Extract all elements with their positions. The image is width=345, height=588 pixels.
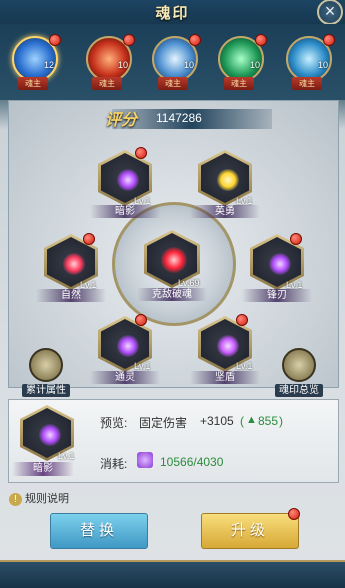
rules-label: 规则说明 xyxy=(25,493,69,505)
slot-name: 英勇 xyxy=(190,205,260,218)
red-crystal-icon xyxy=(161,247,187,273)
seal-overview-button[interactable]: 魂印总览 xyxy=(275,348,323,397)
slot-name: 自然 xyxy=(36,289,106,302)
hero-avatar-1[interactable]: 12 魂主 xyxy=(6,30,62,94)
preview-power: 855 xyxy=(258,414,279,428)
hero-tag: 魂主 xyxy=(224,77,254,90)
hero-avatar-2[interactable]: 10 魂主 xyxy=(80,30,136,94)
upgrade-button[interactable]: 升级 xyxy=(201,513,299,549)
cost-value: 10566/4030 xyxy=(160,455,224,469)
seal-overview-label: 魂印总览 xyxy=(275,384,323,397)
power-up-arrow-icon: ▲ xyxy=(246,414,257,426)
slot-name: 坚盾 xyxy=(190,371,260,384)
overview-icon xyxy=(282,348,316,382)
bottom-frame xyxy=(0,560,345,588)
red-dot-icon xyxy=(236,314,248,326)
selected-seal-level: Lv.1 xyxy=(58,451,75,461)
red-dot-icon xyxy=(255,34,267,46)
red-dot-icon xyxy=(323,34,335,46)
cumulative-attributes-label: 累计属性 xyxy=(22,384,70,397)
hero-tag: 魂主 xyxy=(158,77,188,90)
hero-avatar-4[interactable]: 10 魂主 xyxy=(212,30,268,94)
selected-seal-name: 暗影 xyxy=(12,462,74,476)
purple-gem-icon xyxy=(217,335,239,357)
hero-level: 10 xyxy=(117,60,128,70)
swap-button[interactable]: 替换 xyxy=(50,513,148,549)
slot-name: 通灵 xyxy=(90,371,160,384)
purple-gem-icon xyxy=(117,335,139,357)
red-dot-icon xyxy=(189,34,201,46)
window-title: 魂印 xyxy=(155,5,190,22)
hero-avatar-row: 12 魂主 10 魂主 10 魂主 10 魂主 10 魂主 xyxy=(0,24,345,100)
hero-tag: 魂主 xyxy=(92,77,122,90)
red-dot-icon xyxy=(83,233,95,245)
yellow-gem-icon xyxy=(217,169,239,191)
preview-label: 预览: xyxy=(100,416,128,430)
red-dot-icon xyxy=(290,233,302,245)
red-dot-icon xyxy=(135,314,147,326)
rules-link[interactable]: ! 规则说明 xyxy=(9,490,69,506)
red-dot-icon xyxy=(135,147,147,159)
red-dot-icon xyxy=(49,34,61,46)
hero-tag: 魂主 xyxy=(292,77,322,90)
preview-power-open: ( xyxy=(240,414,244,428)
slot-level: Lv.1 xyxy=(134,361,151,371)
hero-level: 10 xyxy=(249,60,260,70)
hero-level: 12 xyxy=(43,60,54,70)
attributes-icon xyxy=(29,348,63,382)
purple-gem-icon xyxy=(117,169,139,191)
slot-level: Lv.69 xyxy=(178,278,200,288)
hero-avatar-3[interactable]: 10 魂主 xyxy=(146,30,202,94)
slot-level: Lv.1 xyxy=(236,361,253,371)
close-icon[interactable]: × xyxy=(317,0,343,25)
cost-label: 消耗: xyxy=(100,457,128,471)
exclamation-icon: ! xyxy=(9,493,22,506)
red-gem-icon xyxy=(63,253,85,275)
hero-avatar-5[interactable]: 10 魂主 xyxy=(280,30,336,94)
score-value: 1147286 xyxy=(156,111,202,125)
soul-seal-window: 魂印 × 12 魂主 10 魂主 10 魂主 10 魂主 10 魂主 评分 11… xyxy=(0,0,345,588)
soul-crystal-icon xyxy=(137,452,153,468)
red-dot-icon xyxy=(288,508,300,520)
hero-level: 10 xyxy=(317,60,328,70)
preview-power-close: ) xyxy=(279,414,283,428)
red-dot-icon xyxy=(123,34,135,46)
slot-name: 暗影 xyxy=(90,205,160,218)
slot-name: 锋刃 xyxy=(242,289,312,302)
purple-gem-icon xyxy=(269,253,291,275)
purple-gem-icon xyxy=(39,424,61,446)
preview-value: +3105 xyxy=(200,414,234,428)
title-bar: 魂印 × xyxy=(0,0,345,25)
score-label: 评分 xyxy=(105,112,138,129)
cumulative-attributes-button[interactable]: 累计属性 xyxy=(22,348,70,397)
hero-tag: 魂主 xyxy=(18,77,48,90)
slot-name: 克敌破魂 xyxy=(137,288,207,301)
hero-level: 10 xyxy=(183,60,194,70)
preview-text: 固定伤害 xyxy=(139,416,188,430)
